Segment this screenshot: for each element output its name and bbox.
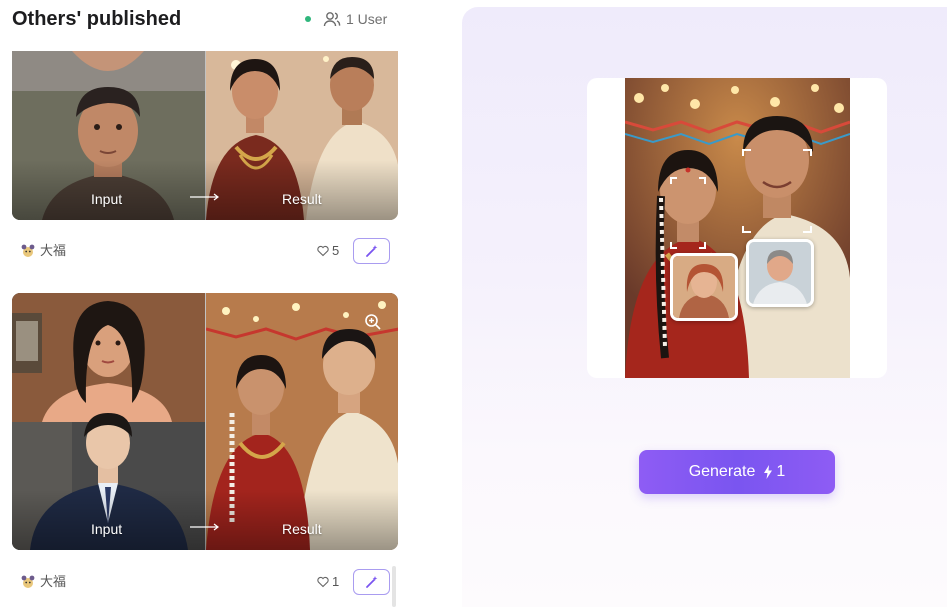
online-user-count: 1 User — [346, 11, 388, 27]
author-name[interactable]: 大福 — [40, 239, 66, 263]
caption-shade — [12, 490, 398, 550]
author-avatar-icon — [21, 575, 35, 588]
input-caption: Input — [91, 521, 123, 537]
generate-label: Generate — [688, 463, 756, 480]
result-caption: Result — [282, 521, 322, 537]
author-avatar-icon — [21, 244, 35, 257]
editor-panel: Generate 1 — [462, 7, 947, 607]
published-card[interactable]: Input Result — [12, 51, 398, 220]
arrow-right-icon — [190, 523, 219, 531]
published-feed: Others' published 1 User Input Result 大福… — [0, 0, 410, 607]
input-caption: Input — [91, 191, 123, 207]
like-count: 5 — [332, 243, 340, 258]
preview-frame — [587, 78, 887, 378]
published-card[interactable]: Input Result — [12, 293, 398, 550]
caption-shade — [12, 160, 398, 220]
source-face-1[interactable] — [670, 253, 738, 321]
result-caption: Result — [282, 191, 322, 207]
magic-wand-icon — [365, 245, 377, 257]
use-template-button[interactable] — [353, 569, 390, 595]
generate-button[interactable]: Generate 1 — [639, 450, 835, 494]
card-meta: 大福 5 — [20, 238, 390, 264]
users-icon — [323, 12, 341, 27]
target-image[interactable] — [625, 78, 850, 378]
use-template-button[interactable] — [353, 238, 390, 264]
heart-icon[interactable] — [317, 245, 329, 257]
feed-header: Others' published 1 User — [12, 5, 402, 33]
heart-icon[interactable] — [317, 576, 329, 588]
credit-cost: 1 — [776, 463, 786, 480]
card-meta: 大福 1 — [20, 569, 390, 595]
lightning-icon — [764, 465, 773, 479]
feed-scrollbar[interactable] — [392, 566, 396, 607]
arrow-right-icon — [190, 193, 219, 201]
source-face-2[interactable] — [746, 239, 814, 307]
author-name[interactable]: 大福 — [40, 570, 66, 594]
online-status-dot — [305, 16, 311, 22]
zoom-in-icon[interactable] — [364, 313, 382, 331]
page-title: Others' published — [12, 8, 182, 30]
magic-wand-icon — [365, 576, 377, 588]
like-count: 1 — [332, 574, 340, 589]
